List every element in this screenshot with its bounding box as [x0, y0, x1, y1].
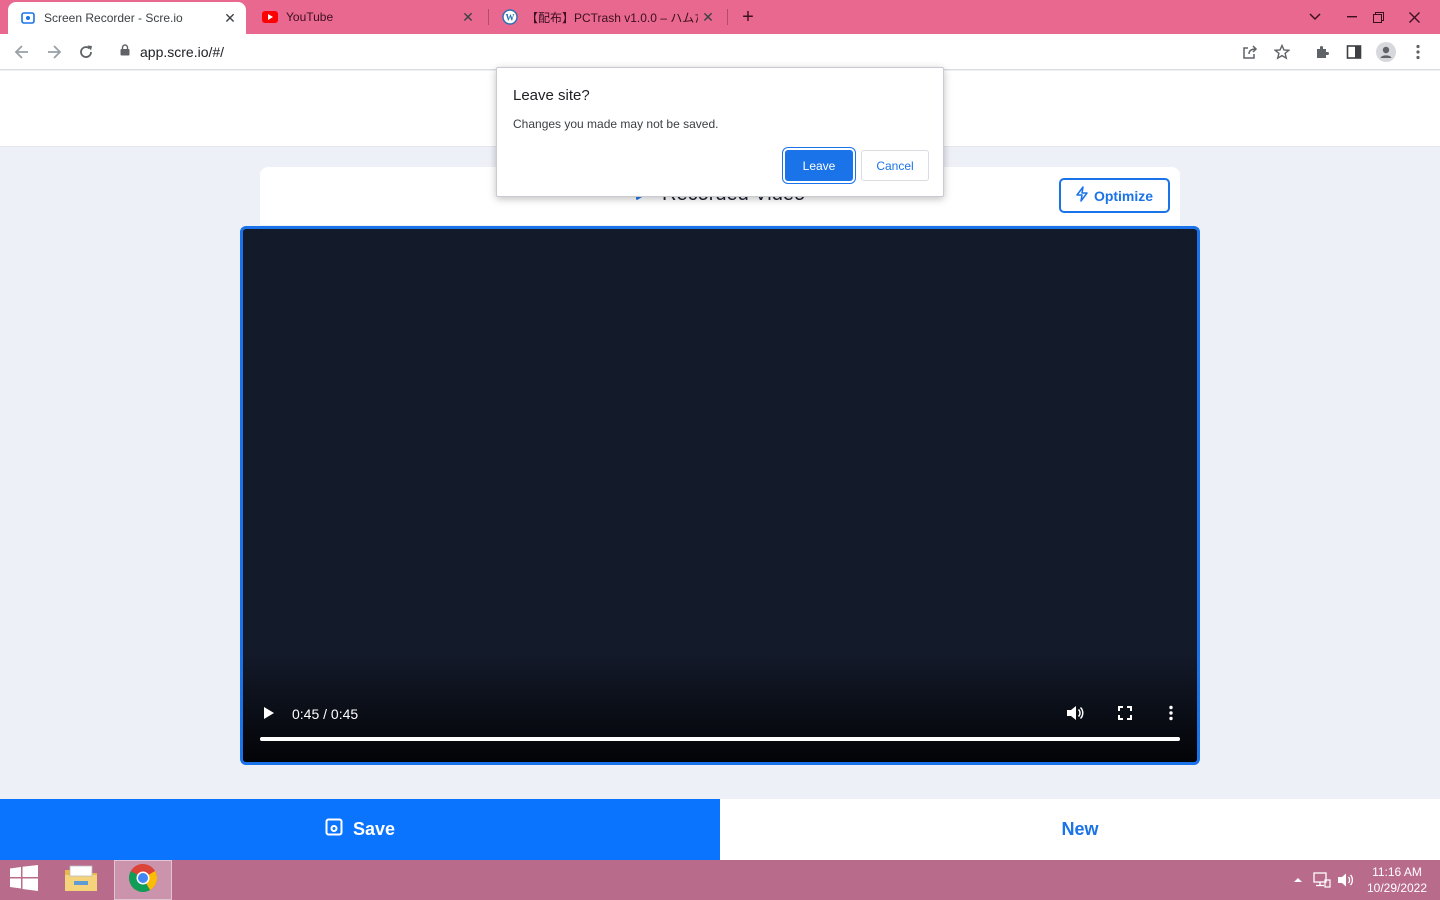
close-tab-icon[interactable]: ✕: [220, 8, 240, 28]
optimize-button[interactable]: Optimize: [1059, 178, 1170, 213]
video-time: 0:45 / 0:45: [292, 706, 359, 722]
screen-recorder-icon: [20, 10, 36, 26]
chrome-icon: [128, 863, 158, 898]
side-panel-icon[interactable]: [1340, 38, 1368, 66]
new-tab-button[interactable]: +: [737, 6, 759, 28]
save-button[interactable]: Save: [0, 799, 720, 860]
close-tab-icon[interactable]: ✕: [698, 7, 718, 27]
bookmark-star-icon[interactable]: [1268, 38, 1296, 66]
save-file-icon: [325, 818, 343, 841]
restore-icon[interactable]: [1360, 0, 1396, 34]
close-tab-icon[interactable]: ✕: [458, 7, 478, 27]
leave-site-dialog: Leave site? Changes you made may not be …: [496, 67, 944, 197]
youtube-icon: [262, 9, 278, 25]
taskbar-clock[interactable]: 11:16 AM 10/29/2022: [1362, 864, 1432, 896]
tab-title: 【配布】PCTrash v1.0.0 – ハムたんの: [526, 10, 698, 25]
address-bar[interactable]: app.scre.io/#/: [110, 38, 1300, 66]
fullscreen-icon[interactable]: [1113, 703, 1137, 723]
tab-title: Screen Recorder - Scre.io: [44, 11, 183, 25]
video-controls-shade: [243, 652, 1197, 762]
chrome-taskbar-button[interactable]: [114, 860, 172, 900]
dialog-message: Changes you made may not be saved.: [513, 117, 719, 131]
network-icon[interactable]: [1312, 870, 1332, 890]
video-progress-bar[interactable]: [260, 737, 1180, 741]
clock-time: 11:16 AM: [1372, 865, 1422, 879]
wordpress-icon: W: [502, 9, 518, 25]
windows-taskbar: [0, 860, 1440, 900]
lock-icon[interactable]: [120, 43, 130, 61]
save-label: Save: [352, 819, 396, 839]
volume-icon[interactable]: [1063, 703, 1087, 723]
file-explorer-icon: [64, 864, 98, 897]
tab-pctrash[interactable]: W 【配布】PCTrash v1.0.0 – ハムたんの ✕: [490, 0, 724, 34]
start-button[interactable]: [0, 860, 48, 900]
close-window-icon[interactable]: [1396, 0, 1432, 34]
tab-separator: [727, 9, 728, 25]
tab-title: YouTube: [286, 10, 334, 24]
tab-youtube[interactable]: YouTube ✕: [250, 0, 484, 34]
cancel-button[interactable]: Cancel: [861, 150, 929, 181]
svg-text:W: W: [506, 13, 515, 23]
extensions-icon[interactable]: [1308, 38, 1336, 66]
reload-icon[interactable]: [72, 38, 100, 66]
windows-logo-icon: [10, 864, 38, 896]
file-explorer-button[interactable]: [56, 860, 106, 900]
optimize-label: Optimize: [1093, 187, 1154, 204]
back-icon[interactable]: [8, 38, 36, 66]
new-label: New: [1061, 819, 1099, 839]
leave-button[interactable]: Leave: [785, 150, 853, 181]
tab-search-icon[interactable]: [1297, 0, 1333, 34]
share-icon[interactable]: [1236, 38, 1264, 66]
tab-strip: Screen Recorder - Scre.io ✕ YouTube ✕ W …: [0, 0, 1440, 34]
url-text: app.scre.io/#/: [140, 44, 225, 60]
dialog-title: Leave site?: [513, 87, 590, 104]
video-progress-fill: [260, 737, 1180, 741]
video-player[interactable]: 0:45 / 0:45: [240, 226, 1200, 765]
profile-avatar-icon[interactable]: [1372, 38, 1400, 66]
tab-screen-recorder[interactable]: Screen Recorder - Scre.io ✕: [8, 2, 246, 34]
menu-kebab-icon[interactable]: [1404, 38, 1432, 66]
speaker-icon[interactable]: [1336, 870, 1356, 890]
video-options-icon[interactable]: [1163, 703, 1179, 723]
lightning-icon: [1076, 186, 1088, 205]
browser-toolbar: app.scre.io/#/: [0, 34, 1440, 70]
play-button[interactable]: [259, 703, 279, 723]
new-button[interactable]: New: [720, 799, 1440, 860]
show-hidden-icons-chevron-icon[interactable]: [1288, 870, 1308, 890]
forward-icon[interactable]: [40, 38, 68, 66]
tab-separator: [488, 9, 489, 25]
clock-date: 10/29/2022: [1366, 881, 1428, 895]
